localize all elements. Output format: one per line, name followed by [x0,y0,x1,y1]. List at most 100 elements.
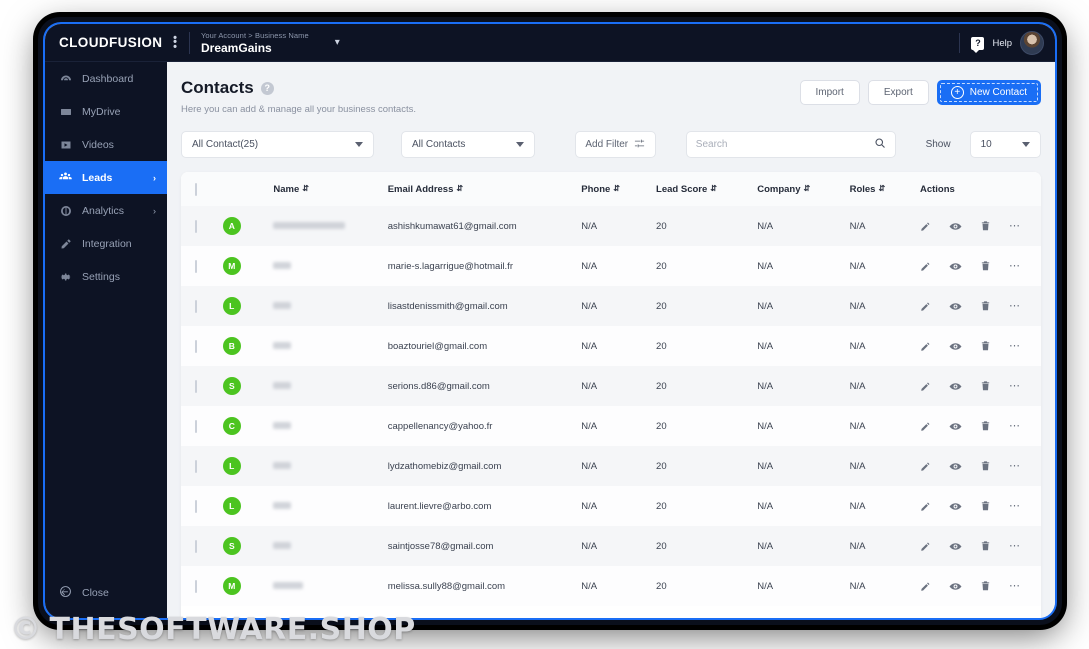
row-checkbox[interactable] [195,499,197,513]
sidebar-item-label: Videos [82,138,114,151]
edit-pencil-icon[interactable] [920,301,931,312]
edit-pencil-icon[interactable] [920,221,931,232]
sort-icon[interactable]: ⇵ [613,184,620,193]
search-input[interactable] [695,139,874,150]
delete-trash-icon[interactable] [980,380,991,392]
view-eye-icon[interactable] [949,300,962,313]
row-checkbox[interactable] [195,379,197,393]
more-options-icon[interactable]: ⋯ [1009,580,1021,592]
view-eye-icon[interactable] [949,540,962,553]
column-header-phone[interactable]: Phone ⇵ [581,172,657,206]
view-eye-icon[interactable] [949,340,962,353]
sort-icon[interactable]: ⇵ [804,184,811,193]
account-switcher[interactable]: Your Account > Business Name DreamGains … [201,31,340,55]
more-options-icon[interactable]: ⋯ [1009,340,1021,352]
delete-trash-icon[interactable] [980,420,991,432]
sidebar-item-dashboard[interactable]: Dashboard [45,62,167,95]
row-checkbox[interactable] [195,339,197,353]
help-question-icon[interactable]: ? [971,36,985,53]
select-all-checkbox[interactable] [195,182,197,196]
more-options-icon[interactable]: ⋯ [1009,260,1021,272]
delete-trash-icon[interactable] [980,220,991,232]
table-row[interactable]: Llydzathomebiz@gmail.com N/A 20 N/A N/A ⋯ [181,446,1041,486]
import-button[interactable]: Import [799,80,860,105]
show-count-select[interactable]: 10 [969,131,1041,158]
question-mark-icon[interactable]: ? [260,81,274,95]
more-options-icon[interactable]: ⋯ [1009,300,1021,312]
row-checkbox[interactable] [195,459,197,473]
view-eye-icon[interactable] [949,460,962,473]
column-header-email[interactable]: Email Address ⇵ [387,172,582,206]
view-eye-icon[interactable] [949,420,962,433]
column-header-company[interactable]: Company ⇵ [757,172,850,206]
more-options-icon[interactable]: ⋯ [1009,380,1021,392]
table-row[interactable]: Sserions.d86@gmail.com N/A 20 N/A N/A ⋯ [181,366,1041,406]
watermark: © THESOFTWARE.SHOP [10,611,416,647]
add-filter-button[interactable]: Add Filter [574,131,656,158]
edit-pencil-icon[interactable] [920,501,931,512]
delete-trash-icon[interactable] [980,540,991,552]
table-row[interactable]: Llaurent.lievre@arbo.com N/A 20 N/A N/A ⋯ [181,486,1041,526]
contact-set-select[interactable]: All Contact(25) [181,131,374,158]
edit-pencil-icon[interactable] [920,381,931,392]
row-checkbox[interactable] [195,539,197,553]
row-checkbox[interactable] [195,419,197,433]
search-icon[interactable] [874,136,886,154]
edit-pencil-icon[interactable] [920,421,931,432]
table-row[interactable]: Mmelissa.sully88@gmail.com N/A 20 N/A N/A ⋯ [181,566,1041,606]
more-options-icon[interactable]: ⋯ [1009,500,1021,512]
column-header-lead-score[interactable]: Lead Score ⇵ [656,172,758,206]
sort-icon[interactable]: ⇵ [456,184,463,193]
sidebar-close-button[interactable]: Close [45,578,167,608]
more-options-icon[interactable]: ⋯ [1009,460,1021,472]
sidebar-item-integration[interactable]: Integration [45,227,167,260]
sidebar-item-videos[interactable]: Videos [45,128,167,161]
sort-icon[interactable]: ⇵ [710,184,717,193]
table-row[interactable]: Ccappellenancy@yahoo.fr N/A 20 N/A N/A ⋯ [181,406,1041,446]
view-eye-icon[interactable] [949,500,962,513]
contact-type-select[interactable]: All Contacts [401,131,535,158]
sidebar-item-settings[interactable]: Settings [45,260,167,293]
view-eye-icon[interactable] [949,260,962,273]
row-checkbox[interactable] [195,299,197,313]
more-options-icon[interactable]: ⋯ [1009,220,1021,232]
delete-trash-icon[interactable] [980,300,991,312]
column-header-name[interactable]: Name ⇵ [273,172,388,206]
delete-trash-icon[interactable] [980,260,991,272]
edit-pencil-icon[interactable] [920,581,931,592]
kebab-menu-icon[interactable]: • • • [167,33,183,52]
table-row[interactable]: Bboaztouriel@gmail.com N/A 20 N/A N/A ⋯ [181,326,1041,366]
view-eye-icon[interactable] [949,220,962,233]
chevron-down-icon[interactable]: ▾ [335,37,340,48]
sidebar-item-analytics[interactable]: Analytics › [45,194,167,227]
row-checkbox[interactable] [195,259,197,273]
more-options-icon[interactable]: ⋯ [1009,540,1021,552]
row-checkbox[interactable] [195,219,197,233]
view-eye-icon[interactable] [949,580,962,593]
edit-pencil-icon[interactable] [920,541,931,552]
delete-trash-icon[interactable] [980,340,991,352]
sidebar-item-leads[interactable]: Leads › [45,161,167,194]
edit-pencil-icon[interactable] [920,461,931,472]
table-row[interactable]: Llisastdenissmith@gmail.com N/A 20 N/A N/A ⋯ [181,286,1041,326]
table-row[interactable]: Mmarie-s.lagarrigue@hotmail.fr N/A 20 N/A N/… [181,246,1041,286]
delete-trash-icon[interactable] [980,580,991,592]
sidebar-item-mydrive[interactable]: MyDrive [45,95,167,128]
edit-pencil-icon[interactable] [920,341,931,352]
avatar[interactable] [1020,31,1044,55]
table-row[interactable]: Ssaintjosse78@gmail.com N/A 20 N/A N/A ⋯ [181,526,1041,566]
search-box[interactable] [685,131,896,158]
view-eye-icon[interactable] [949,380,962,393]
new-contact-button[interactable]: + New Contact [936,80,1041,105]
column-header-roles[interactable]: Roles ⇵ [849,172,920,206]
delete-trash-icon[interactable] [980,500,991,512]
edit-pencil-icon[interactable] [920,261,931,272]
sort-icon[interactable]: ⇵ [878,184,885,193]
delete-trash-icon[interactable] [980,460,991,472]
export-button[interactable]: Export [867,80,929,105]
help-label[interactable]: Help [992,38,1012,49]
row-checkbox[interactable] [195,579,197,593]
table-row[interactable]: Aashishkumawat61@gmail.com N/A 20 N/A N/A ⋯ [181,206,1041,246]
more-options-icon[interactable]: ⋯ [1009,420,1021,432]
sort-icon[interactable]: ⇵ [302,184,309,193]
